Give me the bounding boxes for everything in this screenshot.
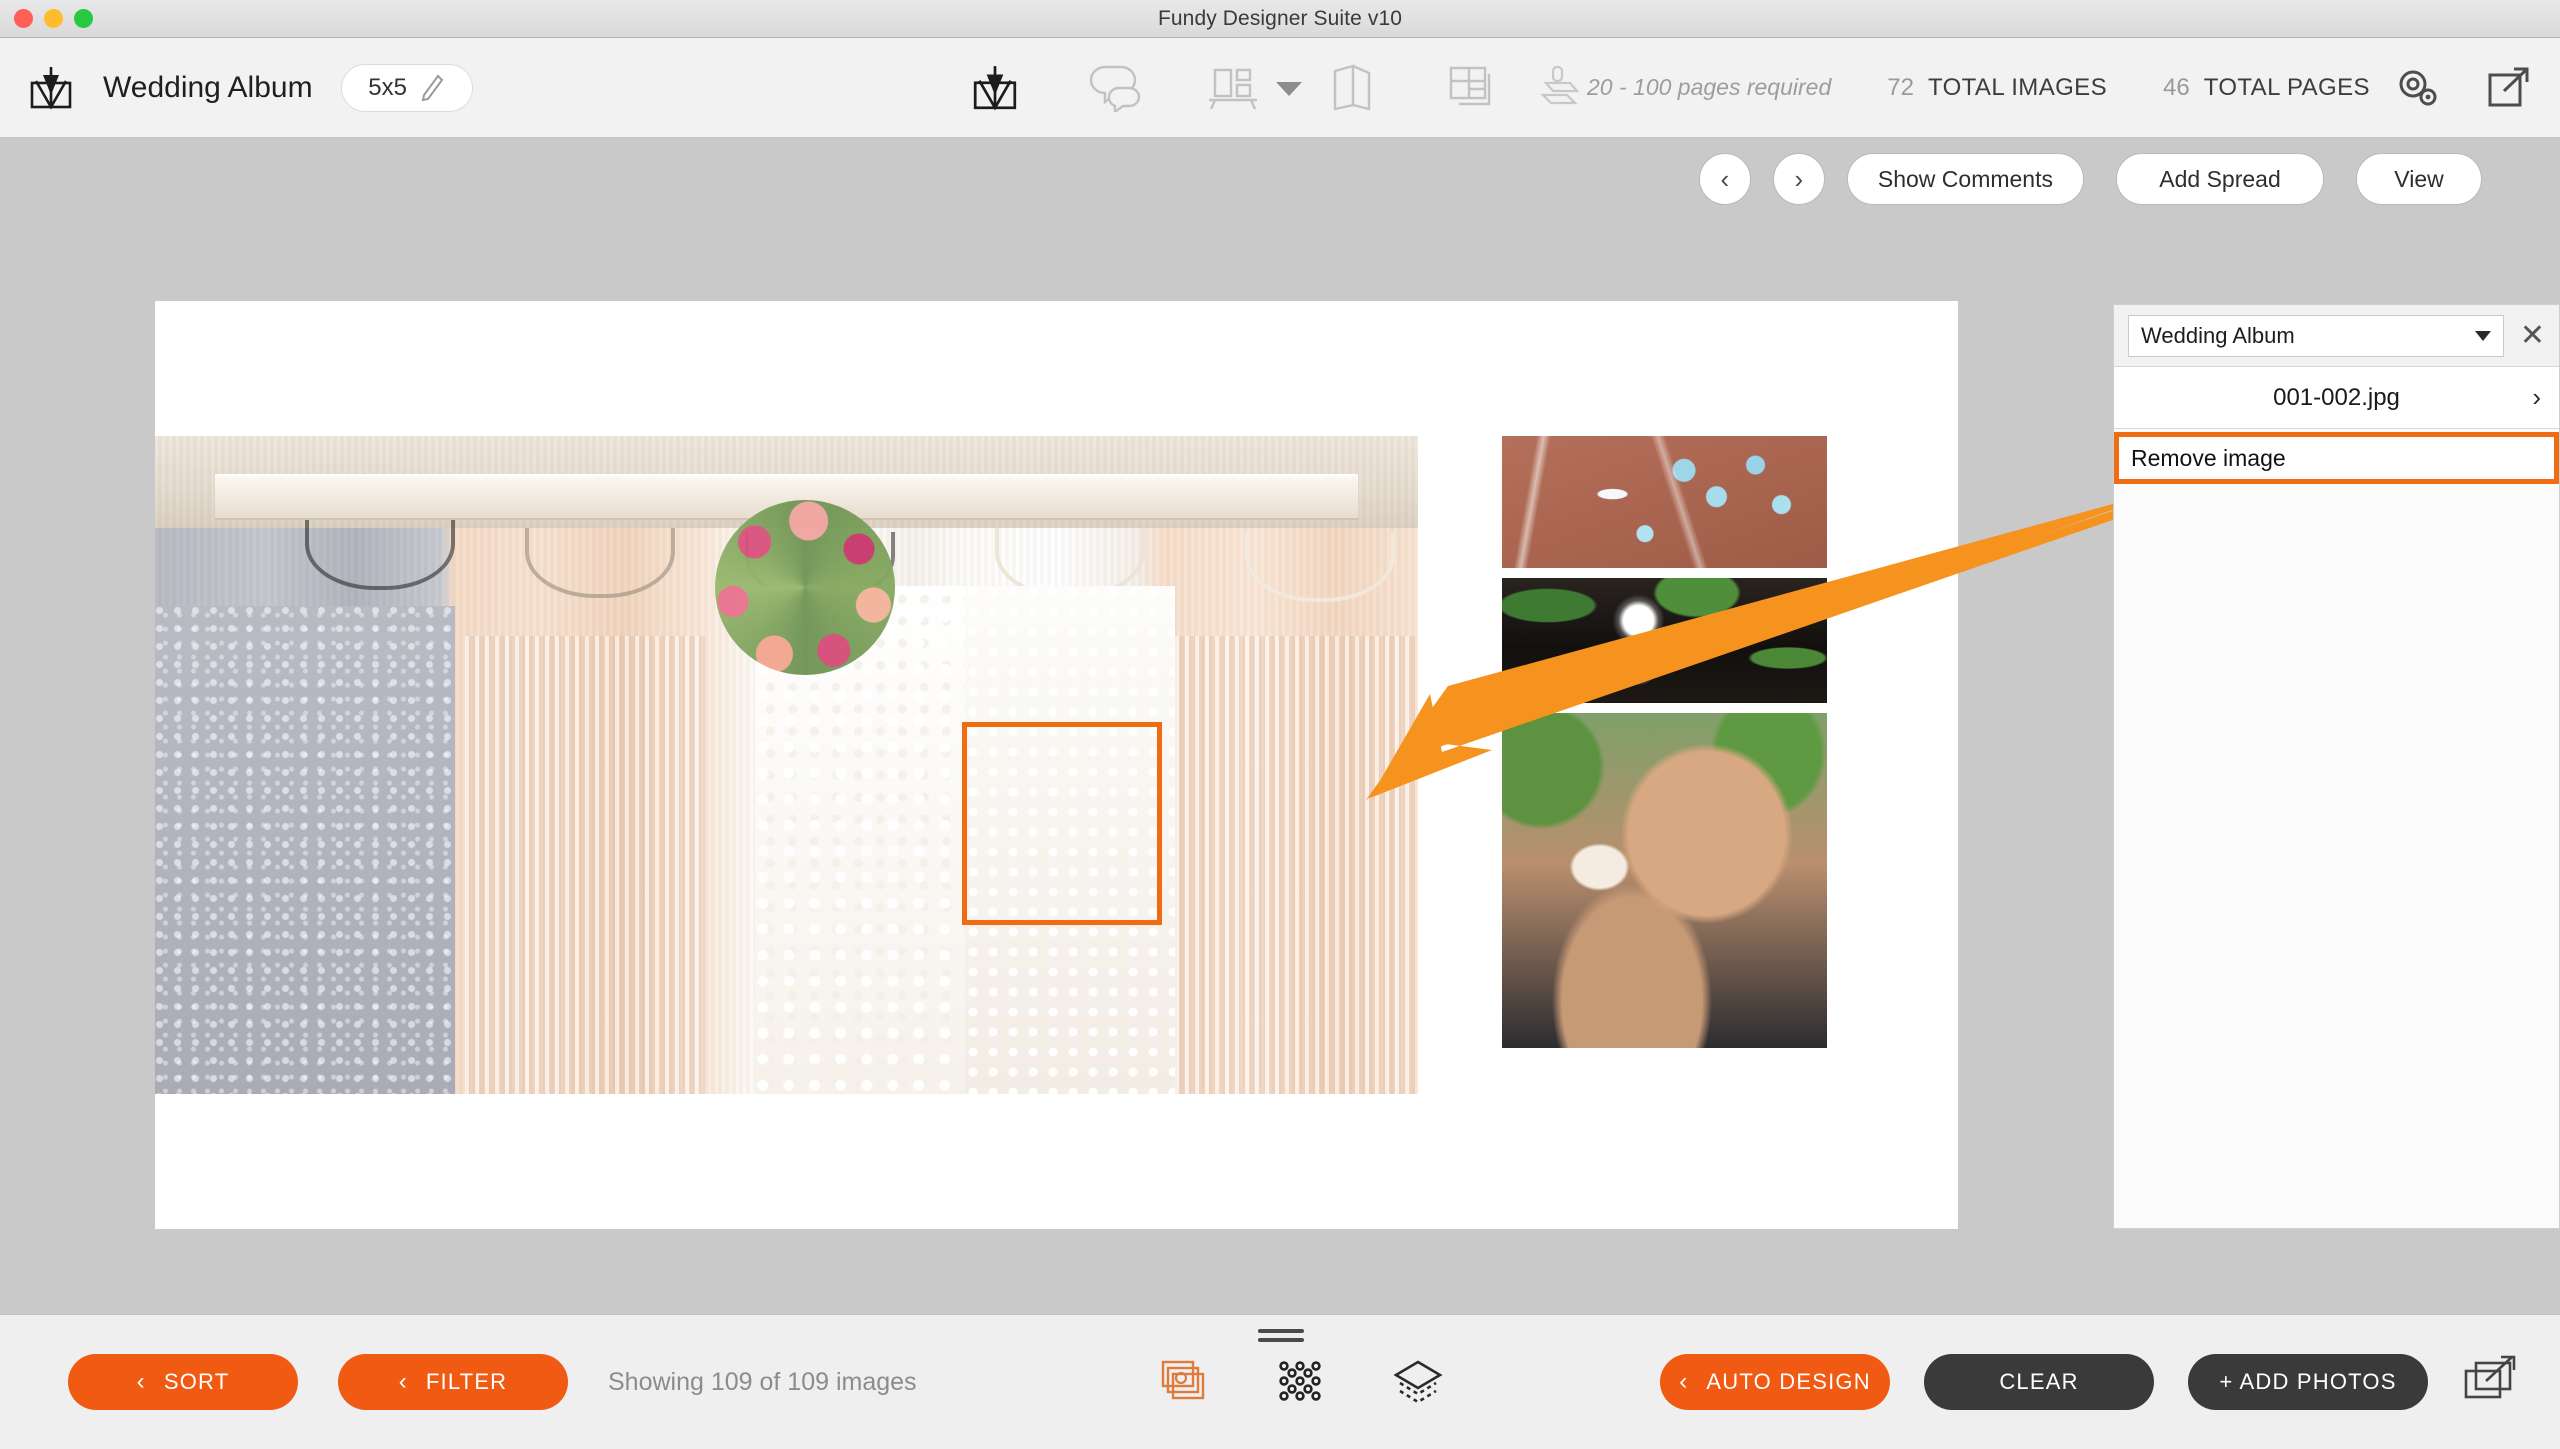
- tool-layouts[interactable]: [1444, 61, 1498, 115]
- spread-photo-side-1[interactable]: [1502, 436, 1827, 568]
- album-size-badge[interactable]: 5x5: [340, 63, 473, 112]
- total-images-label: TOTAL IMAGES: [1927, 73, 2107, 101]
- auto-design-button[interactable]: ‹ AUTO DESIGN: [1660, 1354, 1890, 1410]
- total-images-count: 72: [1887, 73, 1914, 101]
- tray-drag-handle[interactable]: [1258, 1329, 1304, 1347]
- header-stats: 20 - 100 pages required 72 TOTAL IMAGES …: [1537, 61, 2370, 115]
- panel-file-name: 001-002.jpg: [2273, 383, 2400, 411]
- maximize-window-button[interactable]: [74, 9, 93, 28]
- chevron-left-icon: ‹: [136, 1368, 146, 1395]
- total-pages-count: 46: [2163, 73, 2190, 101]
- traffic-lights: [14, 9, 93, 28]
- tool-wall-display[interactable]: [1206, 61, 1260, 115]
- ring-photo: [1502, 578, 1827, 703]
- album-spread-canvas[interactable]: [155, 301, 1958, 1229]
- album-dropdown-value: Wedding Album: [2141, 322, 2295, 348]
- chevron-down-icon: [2474, 330, 2491, 341]
- export-arrow-icon[interactable]: [2486, 65, 2532, 111]
- next-spread-button[interactable]: ›: [1772, 153, 1825, 205]
- clear-button[interactable]: CLEAR: [1924, 1354, 2154, 1410]
- add-spread-button[interactable]: Add Spread: [2116, 153, 2324, 205]
- minimize-window-button[interactable]: [44, 9, 63, 28]
- grid-layout-icon: [1449, 66, 1491, 105]
- close-window-button[interactable]: [14, 9, 33, 28]
- settings-gears-icon[interactable]: [2394, 65, 2442, 111]
- press-stamp-icon: [1540, 65, 1580, 104]
- add-photos-button[interactable]: + ADD PHOTOS: [2188, 1354, 2428, 1410]
- app-header: Wedding Album 5x5 20 - 100 pages require…: [0, 38, 2560, 138]
- tool-album-design[interactable]: [968, 61, 1022, 115]
- pages-required: 20 - 100 pages required: [1537, 61, 1831, 115]
- pages-required-label: 20 - 100 pages required: [1587, 74, 1832, 100]
- export-frames-icon[interactable]: [2462, 1355, 2520, 1409]
- showing-count-label: Showing 109 of 109 images: [608, 1367, 917, 1396]
- titlebar: Fundy Designer Suite v10: [0, 0, 2560, 38]
- show-comments-button[interactable]: Show Comments: [1846, 153, 2084, 205]
- chevron-left-icon: ‹: [1679, 1368, 1689, 1395]
- filter-label: FILTER: [425, 1369, 508, 1394]
- pencil-icon[interactable]: [419, 73, 445, 103]
- lace-dress: [965, 586, 1175, 1094]
- layers-icon[interactable]: [1392, 1358, 1444, 1406]
- photo-stack-icon[interactable]: [1160, 1359, 1208, 1405]
- footer-right-actions: ‹ AUTO DESIGN CLEAR + ADD PHOTOS: [1660, 1354, 2520, 1410]
- close-panel-button[interactable]: ✕: [2520, 320, 2545, 351]
- tool-book-pages[interactable]: [1325, 61, 1379, 115]
- album-dropdown[interactable]: Wedding Album: [2128, 314, 2504, 357]
- fundy-crown-icon: [973, 65, 1017, 111]
- chevron-right-icon[interactable]: ›: [2532, 382, 2541, 413]
- spread-photo-side-3[interactable]: [1502, 713, 1827, 1048]
- sort-button[interactable]: ‹ SORT: [68, 1354, 298, 1410]
- fundy-crown-icon: [30, 66, 72, 110]
- album-size-value: 5x5: [368, 73, 407, 101]
- window-title: Fundy Designer Suite v10: [1157, 6, 1403, 30]
- blush-dress: [465, 636, 705, 1094]
- app-window: Fundy Designer Suite v10 Wedding Album 5…: [0, 0, 2560, 1449]
- bracelet-hands-photo: [1502, 713, 1827, 1048]
- chevron-left-icon: ‹: [398, 1368, 408, 1395]
- previous-spread-button[interactable]: ‹: [1698, 153, 1751, 205]
- total-pages-label: TOTAL PAGES: [2203, 73, 2370, 101]
- spread-navigation: ‹ › Show Comments Add Spread View: [1698, 139, 2482, 219]
- footer-center-icons: [1160, 1357, 1444, 1407]
- view-button[interactable]: View: [2356, 153, 2482, 205]
- tool-comments[interactable]: [1087, 61, 1141, 115]
- footer-toolbar: ‹ SORT ‹ FILTER Showing 109 of 109 image…: [0, 1314, 2560, 1449]
- total-images-stat: 72 TOTAL IMAGES: [1887, 74, 2107, 102]
- wall-frames-icon: [1209, 68, 1257, 109]
- dots-grid-icon[interactable]: [1274, 1357, 1326, 1407]
- folded-pages-icon: [1333, 63, 1371, 111]
- remove-image-button[interactable]: Remove image: [2114, 432, 2559, 484]
- sort-label: SORT: [163, 1369, 230, 1394]
- filter-button[interactable]: ‹ FILTER: [338, 1354, 568, 1410]
- image-context-panel: Wedding Album ✕ 001-002.jpg › Remove ima…: [2113, 304, 2560, 1229]
- header-tools: [968, 61, 1498, 115]
- panel-header: Wedding Album ✕: [2114, 305, 2559, 367]
- auto-design-label: AUTO DESIGN: [1706, 1369, 1871, 1394]
- total-pages-stat: 46 TOTAL PAGES: [2163, 74, 2370, 102]
- header-right-icons: [2394, 65, 2532, 111]
- blush-dress: [1175, 636, 1415, 1094]
- spread-photo-side-2[interactable]: [1502, 578, 1827, 703]
- floral-crown: [715, 500, 895, 675]
- spread-photo-main[interactable]: [155, 436, 1418, 1094]
- sequin-dress: [155, 606, 455, 1094]
- page-title: Wedding Album: [103, 70, 313, 104]
- speech-bubbles-icon: [1089, 65, 1141, 112]
- necklaces-photo: [1502, 436, 1827, 568]
- panel-file-row[interactable]: 001-002.jpg ›: [2114, 367, 2559, 429]
